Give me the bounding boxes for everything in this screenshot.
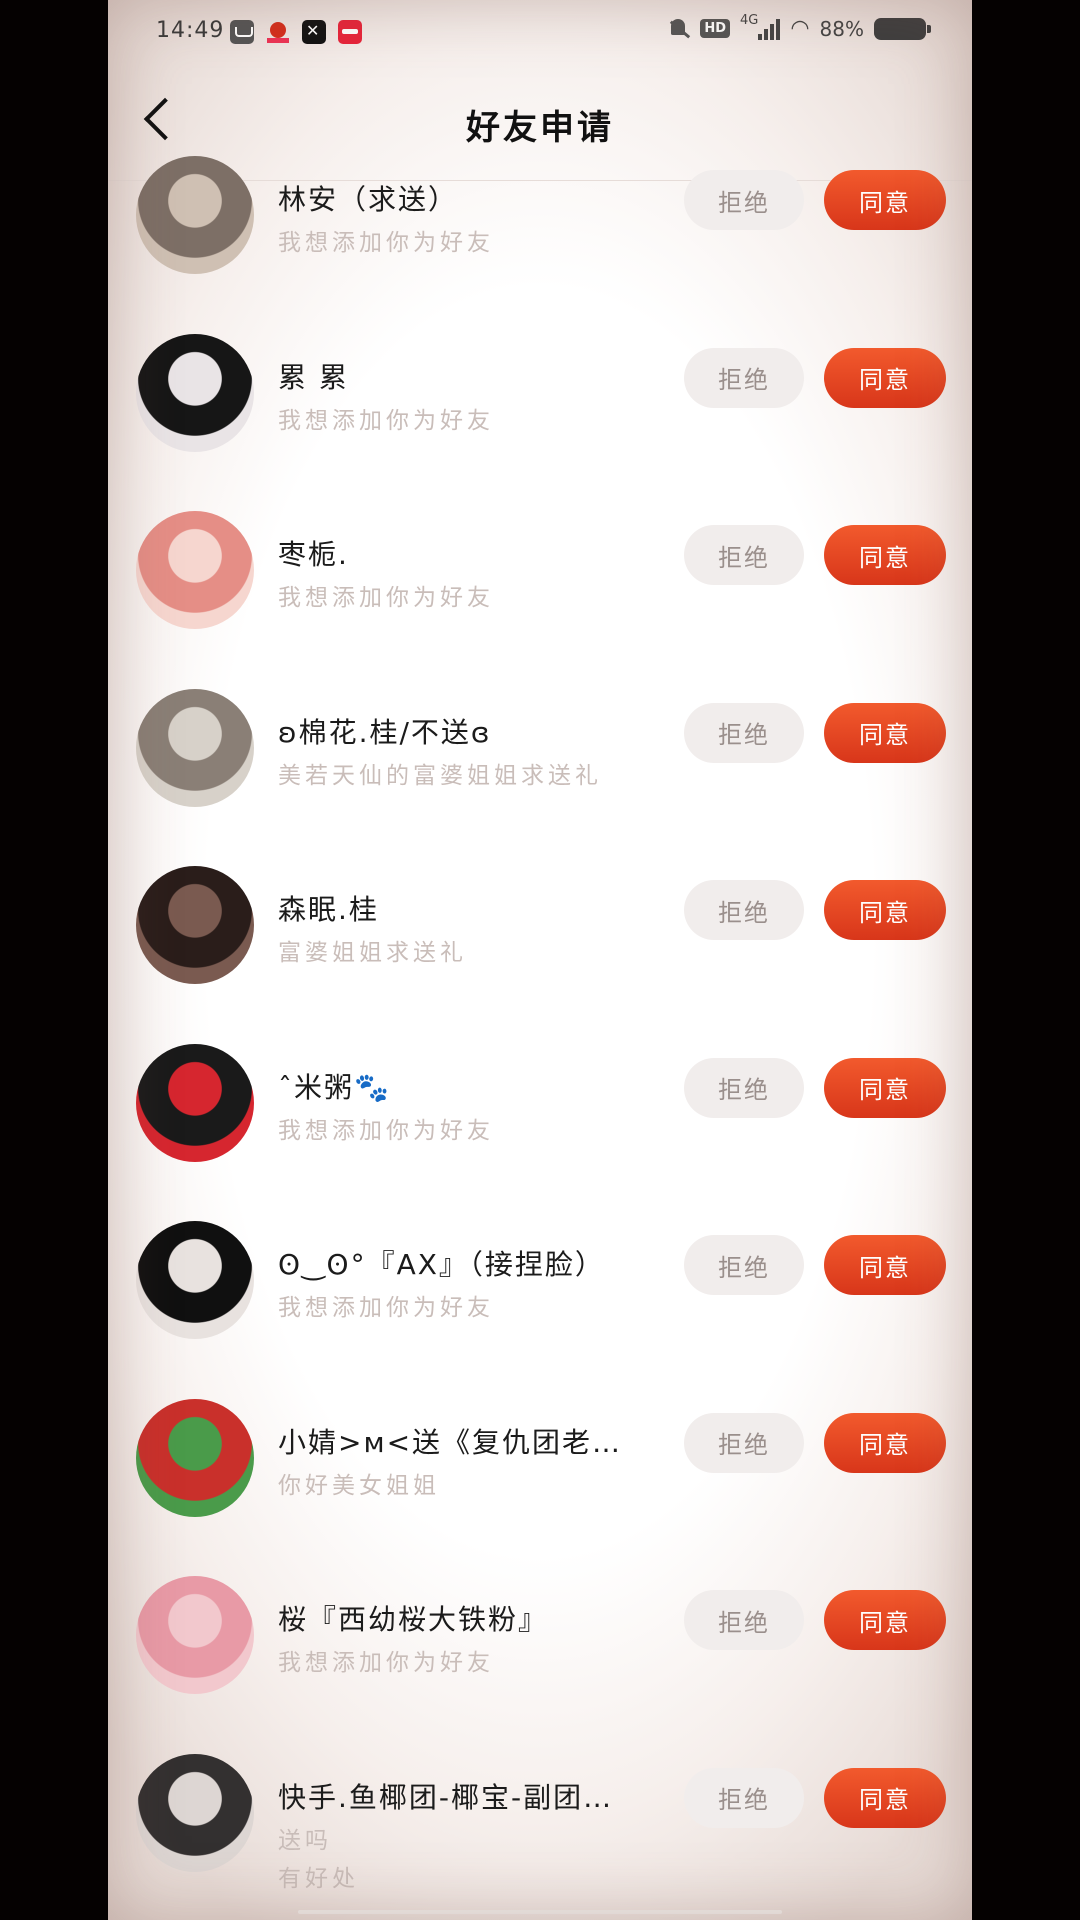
friend-request-row[interactable]: 累 累 我想添加你为好友 拒绝 同意 bbox=[108, 326, 972, 504]
status-bar: 14:49 HD 4G ◠ 88% bbox=[108, 0, 972, 64]
avatar[interactable] bbox=[136, 1221, 254, 1339]
reject-button[interactable]: 拒绝 bbox=[684, 702, 804, 763]
avatar[interactable] bbox=[136, 1576, 254, 1694]
accept-button[interactable]: 同意 bbox=[824, 347, 946, 408]
request-message: 送吗 有好处 bbox=[278, 1827, 359, 1892]
avatar[interactable] bbox=[136, 1753, 254, 1872]
gesture-bar bbox=[298, 1910, 782, 1914]
requester-name: 小婧>м<送《复仇团老… bbox=[278, 1425, 623, 1459]
request-message: 美若天仙的富婆姐姐求送礼 bbox=[278, 762, 602, 789]
reject-button[interactable]: 拒绝 bbox=[684, 1057, 804, 1118]
requester-name: 枣栀. bbox=[278, 538, 349, 571]
accept-button[interactable]: 同意 bbox=[824, 1235, 946, 1295]
hd-icon: HD bbox=[700, 19, 730, 38]
app-notification-icon bbox=[266, 20, 290, 44]
requester-name: ʚ棉花.桂/不送ɞ bbox=[278, 715, 492, 749]
video-app-notification-icon bbox=[338, 20, 362, 44]
status-indicators: HD 4G ◠ 88% bbox=[668, 13, 931, 41]
request-message: 我想添加你为好友 bbox=[278, 1117, 494, 1144]
request-message: 我想添加你为好友 bbox=[278, 585, 494, 611]
avatar[interactable] bbox=[136, 1398, 254, 1517]
reject-button[interactable]: 拒绝 bbox=[684, 525, 804, 585]
requester-name: 快手.鱼椰团-椰宝-副团… bbox=[278, 1780, 614, 1814]
accept-button[interactable]: 同意 bbox=[824, 1590, 946, 1650]
accept-button[interactable]: 同意 bbox=[824, 1767, 946, 1828]
reject-button[interactable]: 拒绝 bbox=[684, 1590, 804, 1650]
avatar[interactable] bbox=[136, 156, 254, 274]
reject-button[interactable]: 拒绝 bbox=[684, 347, 804, 408]
request-message: 我想添加你为好友 bbox=[278, 1295, 494, 1321]
phone-screen: 14:49 HD 4G ◠ 88% 好友申请 林安（求送） 我想添加你为好友 拒… bbox=[108, 0, 972, 1920]
status-time: 14:49 bbox=[156, 18, 225, 43]
avatar[interactable] bbox=[136, 866, 254, 984]
request-message: 我想添加你为好友 bbox=[278, 1650, 494, 1676]
friend-request-row[interactable]: ˆ米粥🐾 我想添加你为好友 拒绝 同意 bbox=[108, 1036, 972, 1214]
wifi-icon: ◠ bbox=[790, 16, 810, 41]
accept-button[interactable]: 同意 bbox=[824, 880, 946, 940]
reject-button[interactable]: 拒绝 bbox=[684, 1767, 804, 1828]
request-message: 你好美女姐姐 bbox=[278, 1472, 440, 1499]
reject-button[interactable]: 拒绝 bbox=[684, 1235, 804, 1295]
reject-button[interactable]: 拒绝 bbox=[684, 170, 804, 230]
friend-request-row[interactable]: 枣栀. 我想添加你为好友 拒绝 同意 bbox=[108, 503, 972, 681]
friend-request-row[interactable]: 桜『西幼桜大铁粉』 我想添加你为好友 拒绝 同意 bbox=[108, 1568, 972, 1746]
accept-button[interactable]: 同意 bbox=[824, 1057, 946, 1118]
requester-name: 林安（求送） bbox=[278, 183, 459, 216]
accept-button[interactable]: 同意 bbox=[824, 1412, 946, 1473]
requester-name: ʘ‿ʘ°『AX』（接捏脸） bbox=[278, 1248, 605, 1281]
accept-button[interactable]: 同意 bbox=[824, 702, 946, 763]
mute-icon bbox=[668, 17, 690, 41]
battery-percent: 88% bbox=[819, 16, 864, 41]
avatar[interactable] bbox=[136, 1043, 254, 1162]
friend-request-row[interactable]: 林安（求送） 我想添加你为好友 拒绝 同意 bbox=[108, 148, 972, 326]
friend-request-row[interactable]: 森眠.桂 富婆姐姐求送礼 拒绝 同意 bbox=[108, 858, 972, 1036]
request-message: 我想添加你为好友 bbox=[278, 407, 494, 434]
avatar[interactable] bbox=[136, 511, 254, 629]
accept-button[interactable]: 同意 bbox=[824, 170, 946, 230]
friend-request-row[interactable]: ʘ‿ʘ°『AX』（接捏脸） 我想添加你为好友 拒绝 同意 bbox=[108, 1213, 972, 1391]
mail-notification-icon bbox=[230, 20, 254, 44]
friend-request-row[interactable]: ʚ棉花.桂/不送ɞ 美若天仙的富婆姐姐求送礼 拒绝 同意 bbox=[108, 681, 972, 859]
page-title: 好友申请 bbox=[466, 108, 614, 148]
network-type: 4G bbox=[739, 13, 759, 28]
requester-name: 累 累 bbox=[278, 360, 349, 394]
friend-request-row[interactable]: 快手.鱼椰团-椰宝-副团… 送吗 有好处 拒绝 同意 bbox=[108, 1746, 972, 1920]
signal-icon bbox=[758, 18, 781, 40]
accept-button[interactable]: 同意 bbox=[824, 525, 946, 585]
reject-button[interactable]: 拒绝 bbox=[684, 1412, 804, 1473]
requester-name: 桜『西幼桜大铁粉』 bbox=[278, 1603, 549, 1636]
avatar[interactable] bbox=[136, 688, 254, 807]
friend-request-row[interactable]: 小婧>м<送《复仇团老… 你好美女姐姐 拒绝 同意 bbox=[108, 1391, 972, 1569]
requester-name: ˆ米粥🐾 bbox=[278, 1070, 391, 1104]
capcut-notification-icon bbox=[302, 20, 326, 44]
requester-name: 森眠.桂 bbox=[278, 893, 379, 926]
battery-icon bbox=[874, 17, 931, 40]
friend-request-list: 林安（求送） 我想添加你为好友 拒绝 同意 累 累 我想添加你为好友 拒绝 同意… bbox=[108, 148, 972, 1920]
reject-button[interactable]: 拒绝 bbox=[684, 880, 804, 940]
request-message: 我想添加你为好友 bbox=[278, 230, 494, 256]
request-message: 富婆姐姐求送礼 bbox=[278, 940, 467, 966]
avatar[interactable] bbox=[136, 333, 254, 452]
